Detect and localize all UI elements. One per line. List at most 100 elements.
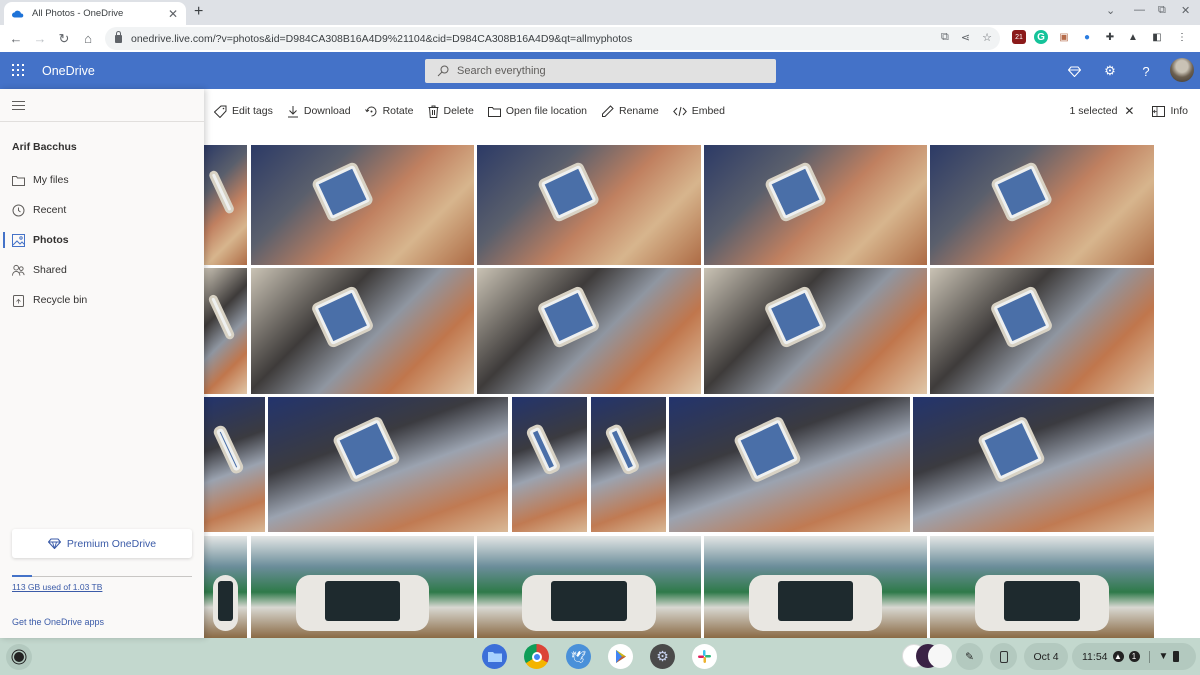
console-shape	[974, 574, 1110, 631]
sidebar-item-recycle-bin[interactable]: Recycle bin	[0, 285, 204, 315]
help-icon[interactable]: ?	[1138, 63, 1154, 79]
photo-thumbnail[interactable]	[268, 397, 508, 532]
forward-button[interactable]: →	[28, 31, 52, 46]
kebab-menu-icon[interactable]: ⋮	[1175, 30, 1189, 44]
shelf-app-twitter[interactable]: 🕊	[566, 644, 591, 669]
photo-thumbnail[interactable]	[251, 536, 474, 638]
photo-thumbnail[interactable]	[704, 536, 927, 638]
flask-labs-icon[interactable]: ▲	[1126, 30, 1140, 44]
embed-button[interactable]: Embed	[672, 105, 725, 117]
sidebar-divider	[0, 121, 204, 122]
premium-onedrive-button[interactable]: Premium OneDrive	[12, 529, 192, 558]
sidebar-item-label: My files	[33, 174, 69, 186]
home-button[interactable]: ⌂	[76, 31, 100, 46]
reload-button[interactable]: ↻	[52, 31, 76, 47]
photo-thumbnail[interactable]	[477, 536, 701, 638]
shelf-app-play-store[interactable]	[608, 644, 633, 669]
photo-thumbnail[interactable]	[913, 397, 1154, 532]
photo-thumbnail[interactable]	[704, 145, 927, 265]
extension-badge-icon[interactable]: 21	[1012, 30, 1026, 44]
photo-thumbnail[interactable]	[204, 268, 247, 394]
shelf-app-files[interactable]	[482, 644, 507, 669]
hamburger-menu-icon[interactable]	[12, 101, 25, 110]
launcher-button[interactable]	[6, 644, 32, 670]
photo-thumbnail[interactable]	[704, 268, 927, 394]
photo-thumbnail[interactable]	[477, 145, 701, 265]
folder-icon	[12, 174, 25, 187]
settings-gear-icon: ⚙	[656, 648, 669, 664]
avatar[interactable]	[1170, 58, 1194, 82]
info-pane-icon	[1152, 105, 1166, 117]
upload-sync-icon: ▲	[1112, 651, 1124, 662]
settings-gear-icon[interactable]: ⚙	[1102, 63, 1118, 79]
shelf-app-slack[interactable]	[692, 644, 717, 669]
clock-icon	[12, 204, 25, 217]
delete-button[interactable]: Delete	[428, 105, 474, 118]
photo-thumbnail[interactable]	[930, 536, 1154, 638]
photo-thumbnail[interactable]	[204, 145, 247, 265]
download-button[interactable]: Download	[287, 105, 351, 118]
sidebar-item-label: Photos	[33, 234, 69, 246]
rename-button[interactable]: Rename	[601, 104, 659, 118]
embed-label: Embed	[691, 105, 725, 117]
photo-thumbnail[interactable]	[204, 397, 265, 532]
clear-selection-icon[interactable]: ✕	[1124, 104, 1134, 118]
sidebar-item-my-files[interactable]: My files	[0, 165, 204, 195]
tray-divider	[1148, 650, 1150, 663]
image-icon	[12, 233, 25, 247]
date-tray[interactable]: Oct 4	[1024, 643, 1068, 670]
photo-thumbnail[interactable]	[477, 268, 701, 394]
get-apps-link[interactable]: Get the OneDrive apps	[12, 617, 104, 627]
vpn-shield-icon[interactable]: ●	[1080, 30, 1094, 44]
new-tab-button[interactable]: +	[194, 3, 203, 21]
person-shape	[603, 422, 641, 477]
tote-holding-space[interactable]	[902, 643, 952, 670]
search-placeholder: Search everything	[457, 65, 546, 77]
browser-tab[interactable]: All Photos - OneDrive ✕	[4, 2, 186, 25]
back-button[interactable]: ←	[4, 31, 28, 46]
side-panel-icon[interactable]: ◧	[1150, 30, 1164, 44]
photo-thumbnail[interactable]	[930, 145, 1154, 265]
photo-thumbnail[interactable]	[591, 397, 666, 532]
bookmark-star-icon[interactable]: ☆	[982, 31, 992, 44]
puzzle-extensions-icon[interactable]: ✚	[1103, 30, 1117, 44]
screenshot-extension-icon[interactable]: ▣	[1057, 30, 1071, 44]
close-window-button[interactable]: ✕	[1181, 4, 1190, 17]
status-tray[interactable]: 11:54 ▲ 1 ▼	[1072, 643, 1196, 670]
open-file-location-button[interactable]: Open file location	[487, 105, 587, 117]
info-button[interactable]: Info	[1152, 105, 1188, 117]
sidebar-item-shared[interactable]: Shared	[0, 255, 204, 285]
address-bar[interactable]: onedrive.live.com/?v=photos&id=D984CA308…	[105, 27, 1000, 50]
shelf-app-chrome[interactable]	[524, 644, 549, 669]
edit-tags-button[interactable]: Edit tags	[214, 105, 273, 118]
open-in-app-icon[interactable]: ⧉	[941, 31, 949, 44]
share-icon[interactable]: ⋖	[961, 31, 970, 44]
storage-quota-link[interactable]: 113 GB used of 1.03 TB	[12, 582, 102, 592]
grammarly-icon[interactable]: G	[1034, 30, 1048, 44]
launcher-icon	[14, 652, 24, 662]
onedrive-brand[interactable]: OneDrive	[42, 64, 95, 78]
sidebar-item-recent[interactable]: Recent	[0, 195, 204, 225]
console-shape	[521, 574, 657, 631]
app-launcher-waffle-icon[interactable]	[12, 64, 24, 76]
photo-thumbnail[interactable]	[251, 145, 474, 265]
photo-thumbnail[interactable]	[251, 268, 474, 394]
restore-button[interactable]: ⧉	[1158, 4, 1166, 17]
phone-hub-button[interactable]	[990, 643, 1017, 670]
shelf-app-settings[interactable]: ⚙	[650, 644, 675, 669]
sidebar-item-photos[interactable]: Photos	[0, 225, 204, 255]
url-text: onedrive.live.com/?v=photos&id=D984CA308…	[131, 32, 633, 45]
stylus-tools-button[interactable]: ✎	[956, 643, 983, 670]
minimize-button[interactable]: —	[1134, 4, 1145, 16]
sidebar-item-label: Recent	[33, 204, 67, 216]
chevron-down-icon[interactable]: ⌄	[1106, 4, 1115, 17]
close-tab-icon[interactable]: ✕	[168, 7, 178, 21]
photo-thumbnail[interactable]	[512, 397, 587, 532]
rotate-button[interactable]: Rotate	[364, 105, 414, 118]
photo-thumbnail[interactable]	[204, 536, 247, 638]
search-input[interactable]: Search everything	[425, 59, 776, 83]
photo-thumbnail[interactable]	[669, 397, 910, 532]
photo-thumbnail[interactable]	[930, 268, 1154, 394]
premium-diamond-icon[interactable]	[1066, 63, 1082, 79]
extension-badge-count: 21	[1015, 33, 1023, 41]
